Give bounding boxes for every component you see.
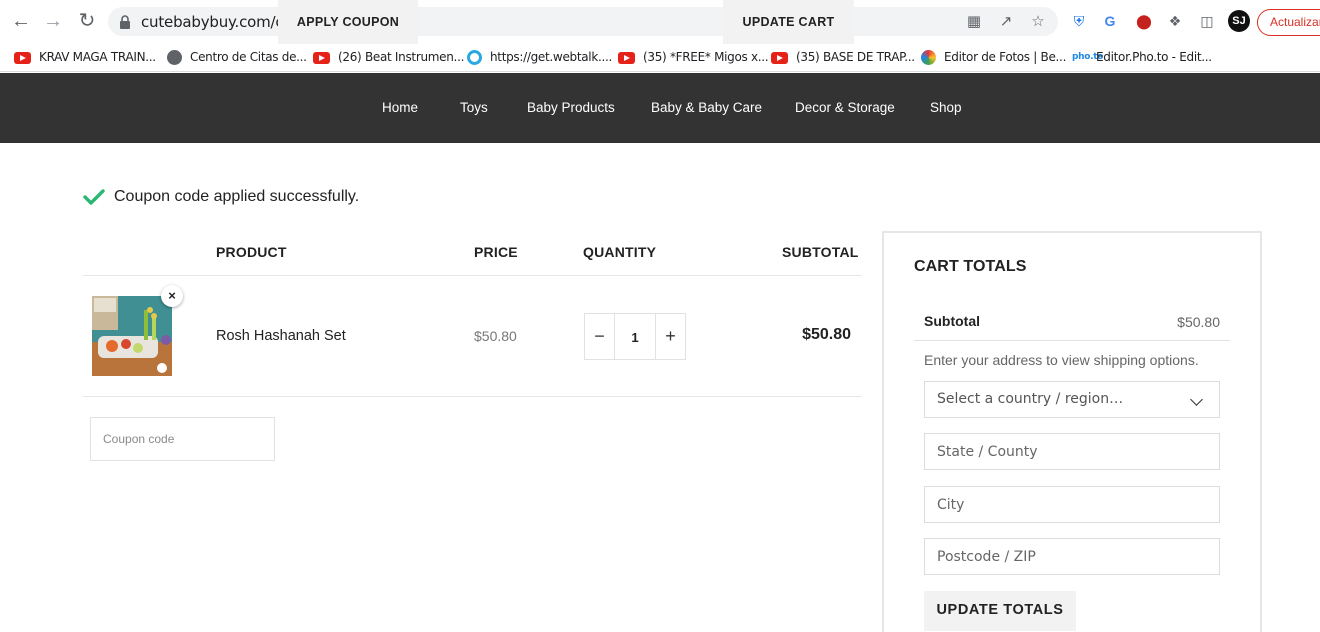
quantity-stepper: − 1 + xyxy=(584,313,686,360)
site-navigation: Home Toys Baby Products Baby & Baby Care… xyxy=(0,73,1320,143)
side-panel-icon[interactable]: ◫ xyxy=(1197,11,1217,31)
country-select[interactable]: Select a country / region… xyxy=(924,381,1220,418)
nav-item-home[interactable]: Home xyxy=(382,99,418,117)
nav-item-toys[interactable]: Toys xyxy=(460,99,488,117)
divider xyxy=(83,396,862,397)
checkmark-icon xyxy=(83,189,105,205)
state-county-input[interactable] xyxy=(924,433,1220,470)
chevron-down-icon xyxy=(1190,393,1203,406)
bookmark-item[interactable]: (35) *FREE* Migos x... xyxy=(618,47,769,67)
country-select-value: Select a country / region… xyxy=(937,391,1124,407)
youtube-icon xyxy=(14,51,31,64)
address-bar[interactable]: cutebabybuy.com/cart/ ▦ ↗ ☆ xyxy=(108,7,1058,36)
product-image xyxy=(92,296,172,376)
nav-item-shop[interactable]: Shop xyxy=(930,99,962,117)
coupon-code-input[interactable] xyxy=(90,417,275,461)
reload-icon[interactable]: ↻ xyxy=(75,9,99,33)
product-price: $50.80 xyxy=(474,328,517,344)
bookmark-item[interactable]: (35) BASE DE TRAP... xyxy=(771,47,915,67)
decrease-quantity-button[interactable]: − xyxy=(585,314,615,359)
browser-toolbar: ← → ↻ cutebabybuy.com/cart/ ▦ ↗ ☆ ⛨ G ⬤ … xyxy=(0,0,1320,42)
subtotal-label: Subtotal xyxy=(924,313,980,329)
browser-update-button[interactable]: Actualizar xyxy=(1257,9,1320,36)
update-cart-button[interactable]: UPDATE CART xyxy=(723,0,854,44)
google-translate-extension-icon[interactable]: G xyxy=(1100,11,1120,31)
header-product: PRODUCT xyxy=(216,244,287,260)
translate-icon[interactable]: ▦ xyxy=(965,13,983,31)
postcode-zip-input[interactable] xyxy=(924,538,1220,575)
webtalk-icon xyxy=(467,50,482,65)
youtube-icon xyxy=(618,51,635,64)
quantity-input[interactable]: 1 xyxy=(615,314,655,359)
adblock-extension-icon[interactable]: ⬤ xyxy=(1134,11,1154,31)
increase-quantity-button[interactable]: + xyxy=(655,314,685,359)
nav-item-baby-care[interactable]: Baby & Baby Care xyxy=(651,99,762,117)
youtube-icon xyxy=(771,51,788,64)
editor-icon xyxy=(921,50,936,65)
forward-arrow-icon[interactable]: → xyxy=(41,9,65,33)
remove-item-button[interactable]: × xyxy=(161,285,183,307)
shipping-note: Enter your address to view shipping opti… xyxy=(924,352,1199,368)
divider xyxy=(914,340,1230,341)
bookmarks-bar: KRAV MAGA TRAIN... Centro de Citas de...… xyxy=(0,42,1320,72)
update-totals-button[interactable]: UPDATE TOTALS xyxy=(924,591,1076,631)
cart-totals-title: CART TOTALS xyxy=(914,258,1027,275)
back-arrow-icon[interactable]: ← xyxy=(9,9,33,33)
product-name-link[interactable]: Rosh Hashanah Set xyxy=(216,328,346,344)
bookmark-item[interactable]: https://get.webtalk.... xyxy=(467,47,612,67)
profile-avatar[interactable]: SJ xyxy=(1228,10,1250,32)
divider xyxy=(83,275,862,276)
bookmark-item[interactable]: KRAV MAGA TRAIN... xyxy=(14,47,156,67)
notice-message: Coupon code applied successfully. xyxy=(114,188,360,205)
extensions-puzzle-icon[interactable]: ❖ xyxy=(1165,11,1185,31)
header-quantity: QUANTITY xyxy=(583,244,657,260)
cart-totals-panel: CART TOTALS Subtotal $50.80 Enter your a… xyxy=(882,231,1262,632)
bookmark-item[interactable]: pho.toEditor.Pho.to - Edit... xyxy=(1072,47,1212,67)
bookmark-star-icon[interactable]: ☆ xyxy=(1029,13,1047,31)
header-subtotal: SUBTOTAL xyxy=(782,244,859,260)
subtotal-value: $50.80 xyxy=(1177,314,1220,330)
nav-item-baby-products[interactable]: Baby Products xyxy=(527,99,615,117)
shield-extension-icon[interactable]: ⛨ xyxy=(1069,11,1089,31)
header-price: PRICE xyxy=(474,244,518,260)
globe-icon xyxy=(167,50,182,65)
product-thumbnail[interactable] xyxy=(92,296,172,376)
bookmark-item[interactable]: Editor de Fotos | Be... xyxy=(921,47,1066,67)
lock-icon xyxy=(120,15,130,29)
youtube-icon xyxy=(313,51,330,64)
bookmark-item[interactable]: (26) Beat Instrumen... xyxy=(313,47,464,67)
apply-coupon-button[interactable]: APPLY COUPON xyxy=(278,0,418,44)
product-subtotal: $50.80 xyxy=(802,326,851,343)
city-input[interactable] xyxy=(924,486,1220,523)
bookmark-item[interactable]: Centro de Citas de... xyxy=(167,47,307,67)
phototo-icon: pho.to xyxy=(1072,52,1104,62)
share-icon[interactable]: ↗ xyxy=(997,13,1015,31)
nav-item-decor-storage[interactable]: Decor & Storage xyxy=(795,99,895,117)
